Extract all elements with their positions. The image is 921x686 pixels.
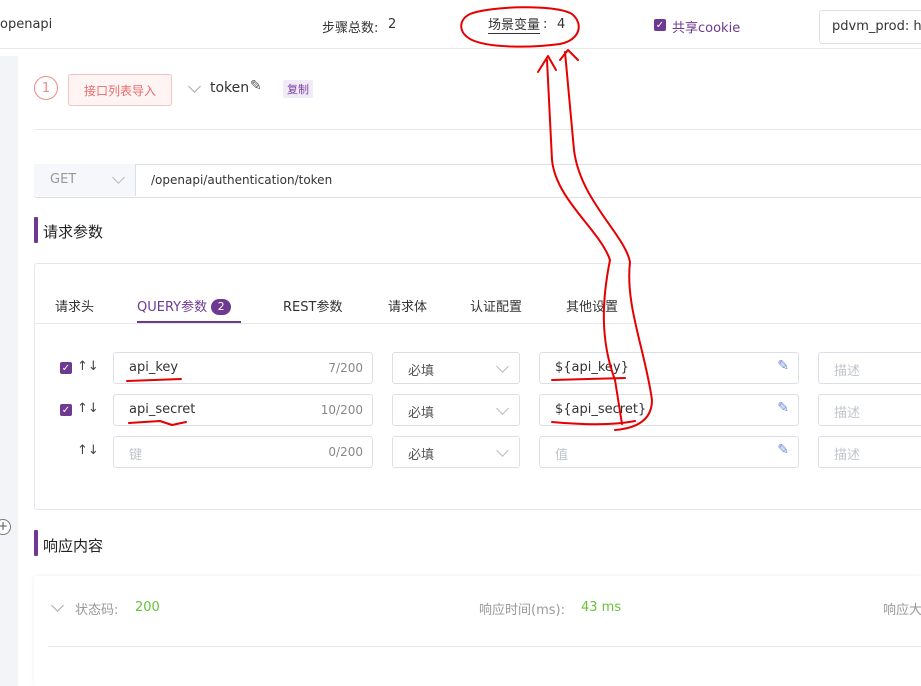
param-row-2-key[interactable]: api_secret 10/200 <box>113 394 373 426</box>
param-row-1-desc[interactable]: 描述 <box>818 352 921 384</box>
time-value: 43 ms <box>581 600 622 615</box>
status-label: 状态码: <box>75 603 119 618</box>
section-bar <box>34 217 38 243</box>
copy-tag[interactable]: 复制 <box>283 80 313 98</box>
chevron-down-icon <box>112 171 125 184</box>
param-key-count: 0/200 <box>328 445 363 459</box>
time-label: 响应时间(ms): <box>479 603 565 618</box>
desc-placeholder: 描述 <box>834 406 861 421</box>
param-row-1-key[interactable]: api_key 7/200 <box>113 352 373 384</box>
param-value: ${api_key} <box>555 360 629 375</box>
chevron-down-icon <box>496 360 509 373</box>
divider <box>34 129 921 130</box>
edit-icon[interactable]: ✎ <box>777 400 789 416</box>
edit-icon[interactable]: ✎ <box>777 442 789 458</box>
param-key-count: 10/200 <box>320 403 363 417</box>
status-value: 200 <box>135 600 160 615</box>
required-value: 必填 <box>408 364 435 379</box>
request-params-title: 请求参数 <box>43 223 104 241</box>
param-row-2-checkbox[interactable]: ✓ <box>60 404 72 416</box>
param-key-placeholder: 键 <box>129 448 143 463</box>
sort-arrows-icon[interactable]: ↑↓ <box>77 443 99 458</box>
size-label: 响应大 <box>883 603 921 618</box>
left-strip <box>0 56 18 686</box>
required-value: 必填 <box>408 448 435 463</box>
edit-icon[interactable]: ✎ <box>250 78 262 94</box>
param-row-1-required[interactable]: 必填 <box>392 352 520 384</box>
param-row-2-required[interactable]: 必填 <box>392 394 520 426</box>
param-key-count: 7/200 <box>328 361 363 375</box>
tab-rest[interactable]: REST参数 <box>283 296 342 315</box>
sort-arrows-icon[interactable]: ↑↓ <box>77 359 99 374</box>
tab-headers[interactable]: 请求头 <box>55 296 94 315</box>
import-api-button[interactable]: 接口列表导入 <box>68 74 172 106</box>
response-title: 响应内容 <box>43 537 104 555</box>
url-input[interactable]: /openapi/authentication/token <box>151 173 332 187</box>
param-row-3-key[interactable]: 键 0/200 <box>113 436 373 468</box>
chevron-down-icon <box>496 444 509 457</box>
method-select[interactable]: GET <box>34 164 136 196</box>
section-bar <box>34 530 38 556</box>
param-row-3-required[interactable]: 必填 <box>392 436 520 468</box>
tab-query[interactable]: QUERY参数 2 <box>137 296 232 315</box>
param-row-3-desc[interactable]: 描述 <box>818 436 921 468</box>
edit-icon[interactable]: ✎ <box>777 358 789 374</box>
tab-query-badge: 2 <box>211 298 232 315</box>
step-total-value: 2 <box>388 17 397 32</box>
tabs-divider <box>35 323 921 324</box>
param-key: api_key <box>129 360 179 375</box>
tab-auth[interactable]: 认证配置 <box>470 296 522 315</box>
param-row-3-value[interactable]: 值 ✎ <box>539 436 799 468</box>
sort-arrows-icon[interactable]: ↑↓ <box>77 401 99 416</box>
param-row-2-desc[interactable]: 描述 <box>818 394 921 426</box>
tab-query-label: QUERY参数 <box>137 300 208 315</box>
share-cookie-label: 共享cookie <box>672 21 741 36</box>
step-index: 1 <box>34 76 58 100</box>
env-select-value: pdvm_prod: htt <box>832 19 921 34</box>
param-value-placeholder: 值 <box>555 448 569 463</box>
tab-body[interactable]: 请求体 <box>388 296 427 315</box>
response-divider <box>48 646 921 647</box>
env-select[interactable]: pdvm_prod: htt <box>819 10 921 44</box>
method-value: GET <box>50 172 77 187</box>
scene-vars-link[interactable]: 场景变量 <box>488 19 541 34</box>
scene-vars-sep: : <box>543 17 548 32</box>
required-value: 必填 <box>408 406 435 421</box>
step-name: token <box>210 80 250 96</box>
top-bar <box>0 0 921 49</box>
param-row-1-value[interactable]: ${api_key} ✎ <box>539 352 799 384</box>
param-row-1-checkbox[interactable]: ✓ <box>60 362 72 374</box>
scene-vars-value: 4 <box>557 17 566 32</box>
param-row-2-value[interactable]: ${api_secret} ✎ <box>539 394 799 426</box>
response-box <box>34 576 921 686</box>
project-name: openapi <box>0 17 53 32</box>
share-cookie-checkbox[interactable]: ✓ <box>654 19 666 31</box>
param-value: ${api_secret} <box>555 402 647 417</box>
param-key: api_secret <box>129 402 196 417</box>
chevron-down-icon <box>496 402 509 415</box>
tab-other[interactable]: 其他设置 <box>566 296 618 315</box>
desc-placeholder: 描述 <box>834 448 861 463</box>
step-total-label: 步骤总数: <box>322 21 379 36</box>
desc-placeholder: 描述 <box>834 364 861 379</box>
